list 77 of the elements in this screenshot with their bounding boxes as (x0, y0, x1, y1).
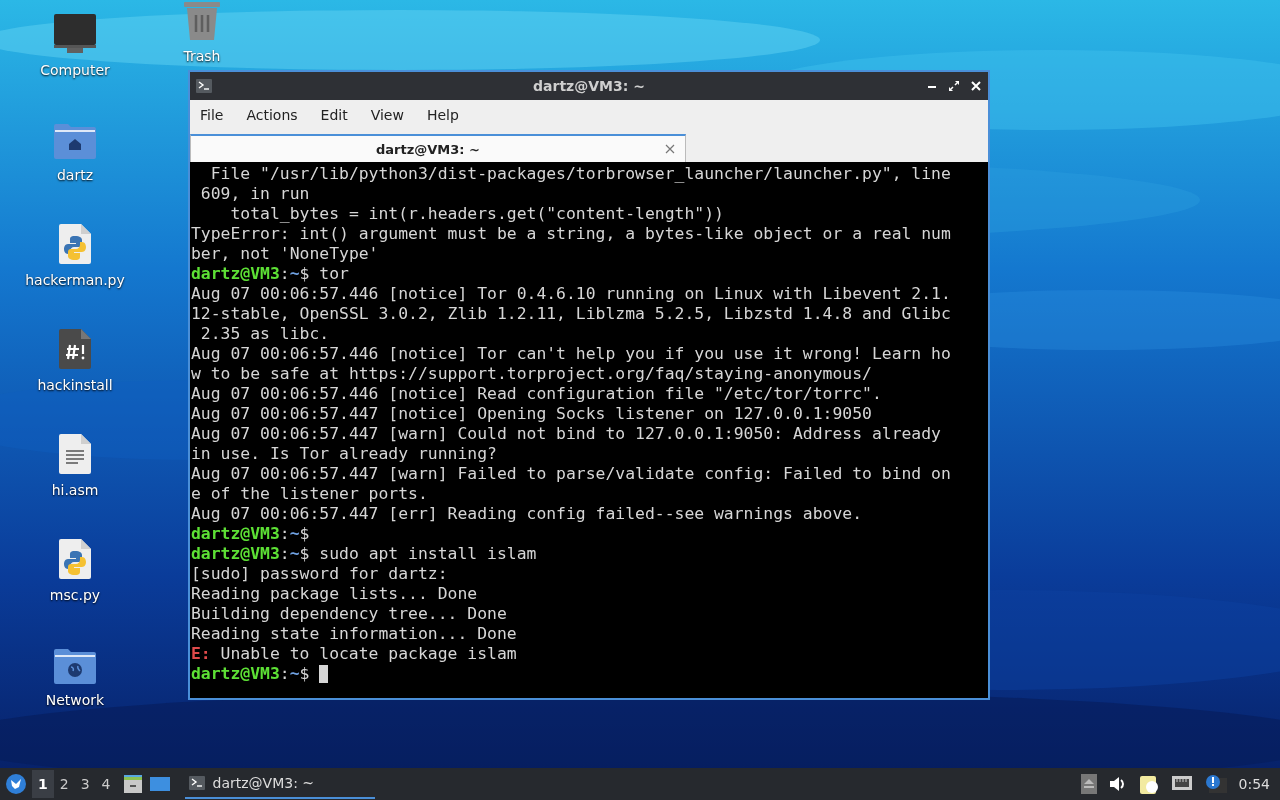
show-desktop-icon[interactable] (148, 775, 171, 793)
terminal-line: Aug 07 00:06:57.446 [notice] Tor 0.4.6.10 running on Linux with Libevent 2.1. (191, 284, 951, 304)
icon-label[interactable]: hi.asm (51, 482, 99, 498)
terminal-line: 2.35 as libc. (199, 324, 330, 344)
menu-item[interactable]: File (190, 103, 234, 127)
terminal-line: in use. Is Tor already running? (191, 444, 497, 464)
menu-item[interactable]: View (360, 103, 414, 127)
terminal-line: [sudo] password for dartz: (191, 564, 448, 584)
close-tab-icon[interactable] (665, 144, 675, 154)
taskbar-task[interactable]: dartz@VM3: ~ (184, 769, 375, 799)
prompt-path: ~ (289, 524, 300, 544)
command-text: $ (299, 664, 310, 684)
terminal-line: total_bytes = int(r.headers.get("content-length")) (229, 204, 724, 224)
start-menu-button[interactable] (6, 774, 26, 794)
trash-icon[interactable] (184, 0, 220, 40)
workspace-button[interactable]: 1 (32, 770, 54, 798)
file-cabinet-icon[interactable] (122, 774, 143, 794)
clock[interactable]: 0:54 (1238, 776, 1270, 792)
icon-label[interactable]: msc.py (49, 587, 101, 603)
notification-icon[interactable] (1204, 774, 1227, 794)
volume-icon[interactable] (1108, 776, 1127, 792)
icon-label[interactable]: Network (45, 692, 105, 708)
prompt-path: ~ (289, 264, 300, 284)
icon-label[interactable]: hackinstall (37, 377, 113, 393)
prompt-path: ~ (289, 544, 300, 564)
prompt-separator: : (279, 524, 290, 544)
terminal-line: Aug 07 00:06:57.446 [notice] Read configuration file "/etc/tor/torrc". (191, 384, 882, 404)
close-button[interactable] (970, 80, 982, 92)
python-file-icon[interactable] (59, 537, 91, 579)
prompt-path: ~ (289, 664, 300, 684)
error-message: Unable to locate package islam (220, 644, 517, 664)
workspace-button[interactable]: 3 (74, 770, 96, 798)
terminal-icon (196, 79, 212, 93)
menu-item[interactable]: Edit (310, 103, 358, 127)
prompt-user: dartz@VM3 (191, 544, 280, 564)
terminal-line: Reading state information... Done (191, 624, 517, 644)
workspace-button[interactable]: 2 (53, 770, 75, 798)
terminal-line: Aug 07 00:06:57.446 [notice] Tor can't help you if you use it wrong! Learn ho (191, 344, 951, 364)
terminal-line: w to be safe at https://support.torproject.org/faq/staying-anonymous/ (191, 364, 872, 384)
prompt-separator: : (279, 664, 290, 684)
script-file-icon[interactable] (59, 327, 91, 369)
terminal-line: Aug 07 00:06:57.447 [notice] Opening Socks listener on 127.0.0.1:9050 (191, 404, 872, 424)
terminal-line: 609, in run (199, 184, 310, 204)
command-text: $ tor (299, 264, 349, 284)
terminal-line: Aug 07 00:06:57.447 [warn] Could not bind to 127.0.0.1:9050: Address already (191, 424, 941, 444)
python-file-icon[interactable] (59, 222, 91, 264)
icon-label[interactable]: dartz (56, 167, 94, 183)
terminal-line: File "/usr/lib/python3/dist-packages/torbrowser_launcher/launcher.py", line (209, 164, 951, 184)
menu-item[interactable]: Actions (236, 103, 308, 127)
text-file-icon[interactable] (59, 432, 91, 474)
network-icon[interactable] (1170, 775, 1193, 793)
maximize-button[interactable] (948, 80, 960, 92)
terminal-icon (188, 776, 205, 790)
clipboard-icon[interactable] (1138, 774, 1159, 794)
command-text: $ (299, 524, 310, 544)
prompt-user: dartz@VM3 (191, 264, 280, 284)
computer-icon[interactable] (53, 12, 97, 54)
prompt-user: dartz@VM3 (191, 664, 280, 684)
prompt-separator: : (279, 544, 290, 564)
terminal-line: ber, not 'NoneType' (191, 244, 379, 264)
terminal-line: 12-stable, OpenSSL 3.0.2, Zlib 1.2.11, Liblzma 5.2.5, Libzstd 1.4.8 and Glibc (191, 304, 951, 324)
command-text: $ sudo apt install islam (299, 544, 537, 564)
menu-item[interactable]: Help (416, 103, 469, 127)
terminal-line: Reading package lists... Done (191, 584, 478, 604)
window-title: dartz@VM3: ~ (532, 78, 646, 94)
eject-icon[interactable] (1080, 774, 1097, 794)
error-tag: E: (191, 644, 211, 664)
terminal-line: Building dependency tree... Done (191, 604, 507, 624)
terminal-line: TypeError: int() argument must be a string, a bytes-like object or a real num (191, 224, 951, 244)
prompt-user: dartz@VM3 (191, 524, 280, 544)
prompt-separator: : (279, 264, 290, 284)
terminal-line: e of the listener ports. (191, 484, 428, 504)
terminal-line: Aug 07 00:06:57.447 [err] Reading config failed--see warnings above. (191, 504, 863, 524)
workspace-button[interactable]: 4 (95, 770, 117, 798)
terminal-line: Aug 07 00:06:57.447 [warn] Failed to parse/validate config: Failed to bind on (191, 464, 951, 484)
icon-label[interactable]: hackerman.py (25, 272, 125, 288)
tab[interactable]: dartz@VM3: ~ (190, 134, 686, 162)
